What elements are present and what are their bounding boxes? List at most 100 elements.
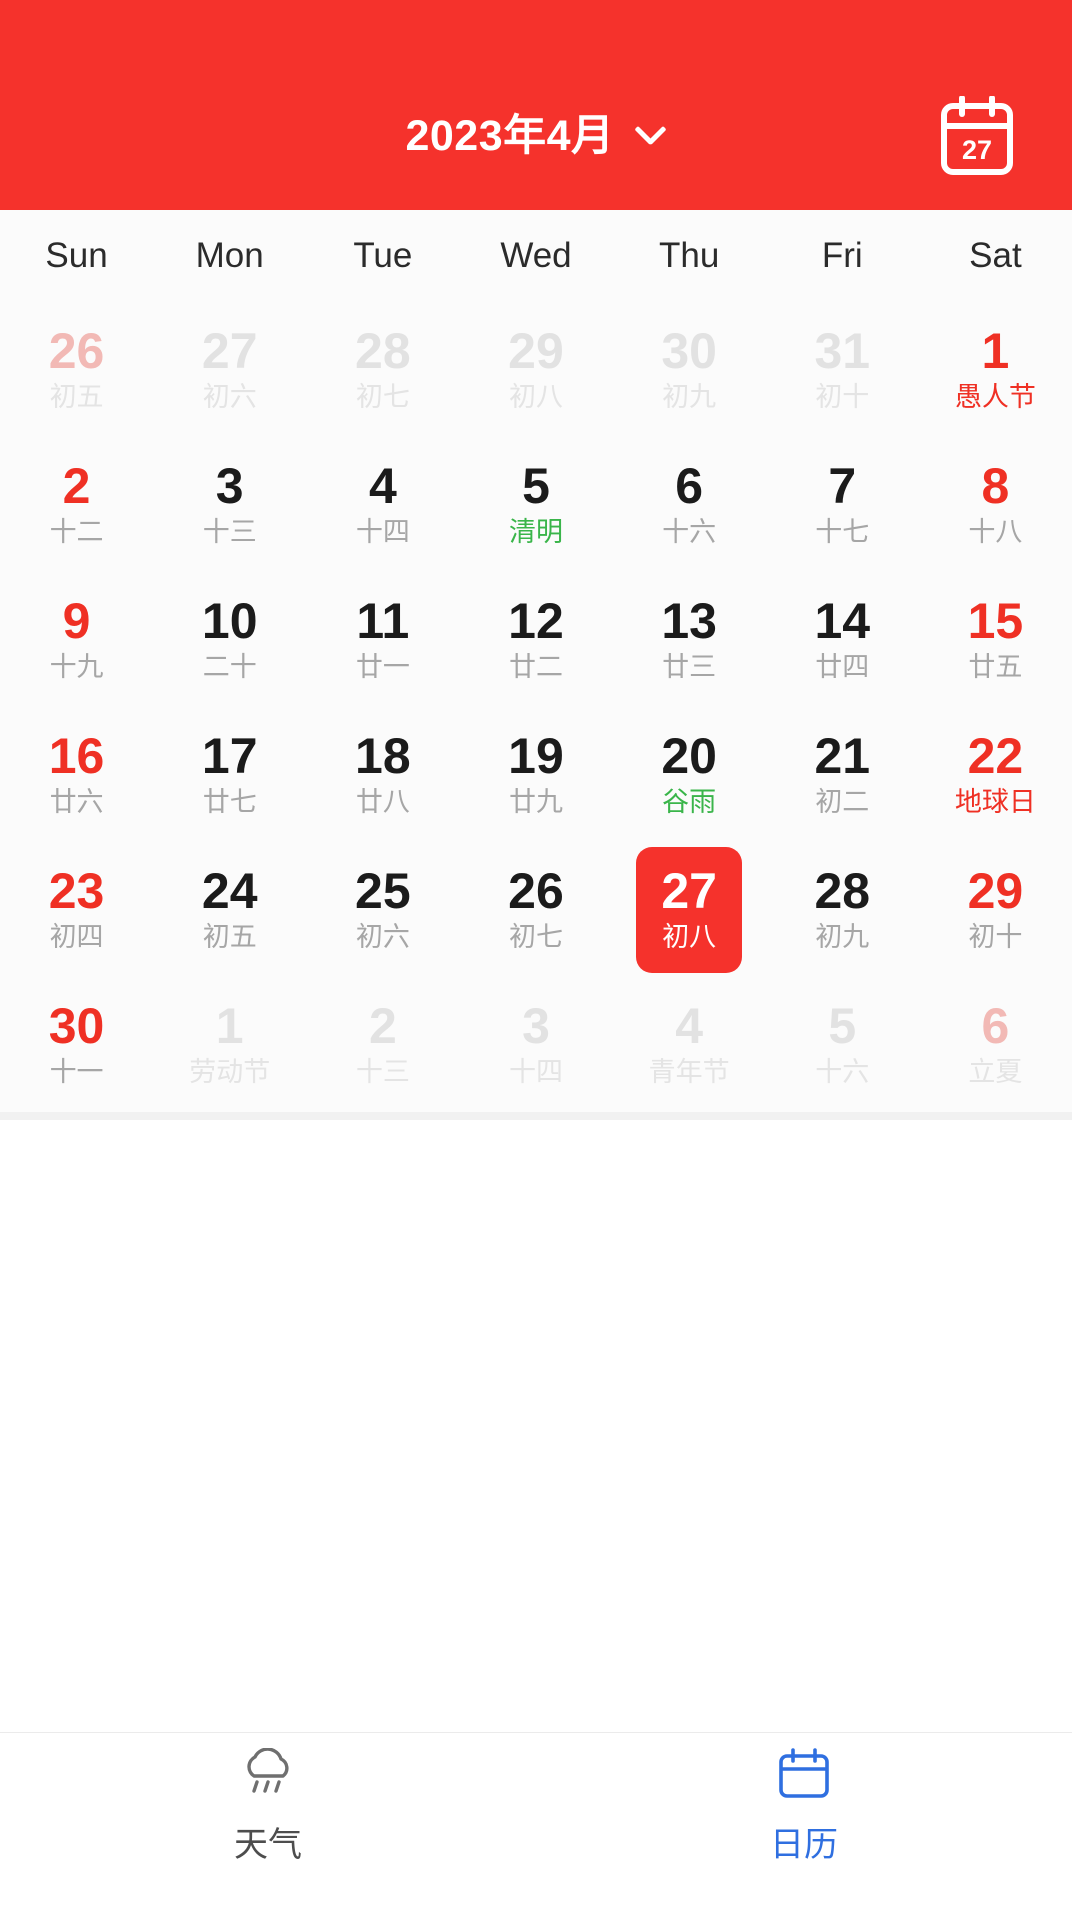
today-button[interactable]: 27 bbox=[940, 96, 1014, 176]
calendar-day-cell[interactable]: 9 十九 bbox=[0, 572, 153, 707]
day-number: 19 bbox=[508, 728, 564, 785]
day-number: 1 bbox=[215, 998, 244, 1055]
day-lunar-label: 十三 bbox=[202, 517, 257, 548]
calendar-day-cell[interactable]: 26 初七 bbox=[459, 842, 612, 977]
day-lunar-label: 劳动节 bbox=[189, 1057, 271, 1088]
day-number: 14 bbox=[814, 593, 871, 650]
day-number: 22 bbox=[967, 728, 1024, 785]
weekday-header: Sun Mon Tue Wed Thu Fri Sat bbox=[0, 210, 1072, 302]
day-lunar-label: 初九 bbox=[815, 922, 870, 953]
day-number: 26 bbox=[48, 323, 105, 380]
day-lunar-label: 廿七 bbox=[202, 787, 257, 818]
day-lunar-label: 廿二 bbox=[508, 652, 563, 683]
calendar-day-cell[interactable]: 4 青年节 bbox=[613, 977, 766, 1112]
day-number: 12 bbox=[508, 593, 564, 650]
day-number: 30 bbox=[48, 998, 105, 1055]
calendar-day-cell[interactable]: 6 立夏 bbox=[919, 977, 1072, 1112]
status-bar bbox=[0, 0, 1072, 62]
calendar-day-cell[interactable]: 1 劳动节 bbox=[153, 977, 306, 1112]
calendar-day-cell[interactable]: 8 十八 bbox=[919, 437, 1072, 572]
day-lunar-label: 十七 bbox=[815, 517, 870, 548]
day-lunar-label: 初九 bbox=[662, 382, 717, 413]
day-lunar-label: 初十 bbox=[968, 922, 1023, 953]
day-lunar-label: 廿九 bbox=[508, 787, 563, 818]
day-number: 9 bbox=[62, 593, 91, 650]
day-number: 25 bbox=[355, 863, 411, 920]
calendar-day-cell[interactable]: 18 廿八 bbox=[306, 707, 459, 842]
calendar-day-cell[interactable]: 28 初九 bbox=[766, 842, 919, 977]
weekday-wed: Wed bbox=[500, 236, 572, 275]
day-number: 24 bbox=[201, 863, 258, 920]
day-lunar-label: 廿八 bbox=[355, 787, 410, 818]
day-lunar-label: 初二 bbox=[815, 787, 870, 818]
day-lunar-label: 立夏 bbox=[968, 1057, 1023, 1088]
day-number: 18 bbox=[355, 728, 411, 785]
page-title: 2023年4月 bbox=[405, 111, 615, 160]
chevron-down-icon bbox=[633, 119, 667, 153]
calendar-day-cell[interactable]: 2 十三 bbox=[306, 977, 459, 1112]
calendar-day-cell[interactable]: 3 十四 bbox=[459, 977, 612, 1112]
month-selector[interactable]: 2023年4月 bbox=[405, 111, 667, 160]
calendar-day-cell[interactable]: 25 初六 bbox=[306, 842, 459, 977]
calendar-day-cell[interactable]: 28 初七 bbox=[306, 302, 459, 437]
calendar-day-cell[interactable]: 30 十一 bbox=[0, 977, 153, 1112]
day-lunar-label: 初八 bbox=[662, 922, 717, 953]
day-lunar-label: 初七 bbox=[355, 382, 410, 413]
calendar-day-cell[interactable]: 1 愚人节 bbox=[919, 302, 1072, 437]
day-number: 4 bbox=[368, 458, 397, 515]
weekday-tue: Tue bbox=[353, 236, 413, 275]
calendar-today-icon: 27 bbox=[941, 96, 1013, 175]
day-lunar-label: 十六 bbox=[662, 517, 717, 548]
day-lunar-label: 初六 bbox=[202, 382, 257, 413]
detail-panel bbox=[0, 1120, 1072, 1732]
calendar-day-cell[interactable]: 14 廿四 bbox=[766, 572, 919, 707]
day-lunar-label: 十三 bbox=[355, 1057, 410, 1088]
calendar-day-cell[interactable]: 26 初五 bbox=[0, 302, 153, 437]
calendar-day-cell[interactable]: 29 初十 bbox=[919, 842, 1072, 977]
day-lunar-label: 十九 bbox=[49, 652, 104, 683]
day-lunar-label: 廿五 bbox=[968, 652, 1023, 683]
calendar-day-cell[interactable]: 17 廿七 bbox=[153, 707, 306, 842]
day-number: 6 bbox=[675, 458, 704, 515]
day-lunar-label: 青年节 bbox=[648, 1057, 730, 1088]
calendar-day-cell[interactable]: 19 廿九 bbox=[459, 707, 612, 842]
calendar-day-cell[interactable]: 6 十六 bbox=[613, 437, 766, 572]
calendar-day-cell[interactable]: 22 地球日 bbox=[919, 707, 1072, 842]
day-number: 5 bbox=[828, 998, 857, 1055]
calendar-day-cell[interactable]: 29 初八 bbox=[459, 302, 612, 437]
calendar-day-cell[interactable]: 7 十七 bbox=[766, 437, 919, 572]
calendar-day-cell[interactable]: 21 初二 bbox=[766, 707, 919, 842]
tab-calendar-label: 日历 bbox=[770, 1826, 838, 1864]
calendar-day-cell[interactable]: 15 廿五 bbox=[919, 572, 1072, 707]
calendar-day-cell[interactable]: 27 初八 bbox=[613, 842, 766, 977]
day-number: 21 bbox=[814, 728, 871, 785]
calendar-day-cell[interactable]: 16 廿六 bbox=[0, 707, 153, 842]
day-lunar-label: 十八 bbox=[968, 517, 1023, 548]
calendar-day-cell[interactable]: 10 二十 bbox=[153, 572, 306, 707]
calendar-day-cell[interactable]: 13 廿三 bbox=[613, 572, 766, 707]
calendar-day-cell[interactable]: 24 初五 bbox=[153, 842, 306, 977]
calendar-day-cell[interactable]: 3 十三 bbox=[153, 437, 306, 572]
calendar-day-cell[interactable]: 5 清明 bbox=[459, 437, 612, 572]
day-number: 28 bbox=[355, 323, 411, 380]
calendar-day-cell[interactable]: 2 十二 bbox=[0, 437, 153, 572]
calendar-day-cell[interactable]: 30 初九 bbox=[613, 302, 766, 437]
calendar-day-cell[interactable]: 23 初四 bbox=[0, 842, 153, 977]
calendar-day-cell[interactable]: 4 十四 bbox=[306, 437, 459, 572]
day-number: 15 bbox=[967, 593, 1024, 650]
weekday-mon: Mon bbox=[195, 236, 264, 275]
day-number: 30 bbox=[661, 323, 717, 380]
weekday-thu: Thu bbox=[658, 236, 720, 275]
day-number: 29 bbox=[508, 323, 564, 380]
calendar-day-cell[interactable]: 5 十六 bbox=[766, 977, 919, 1112]
tab-weather[interactable]: 天气 bbox=[0, 1733, 536, 1878]
day-number: 31 bbox=[814, 323, 871, 380]
calendar-day-cell[interactable]: 11 廿一 bbox=[306, 572, 459, 707]
calendar-day-cell[interactable]: 31 初十 bbox=[766, 302, 919, 437]
tab-calendar[interactable]: 日历 bbox=[536, 1733, 1072, 1878]
day-number: 7 bbox=[828, 458, 857, 515]
calendar-day-cell[interactable]: 27 初六 bbox=[153, 302, 306, 437]
calendar-day-cell[interactable]: 12 廿二 bbox=[459, 572, 612, 707]
day-number: 3 bbox=[215, 458, 244, 515]
calendar-day-cell[interactable]: 20 谷雨 bbox=[613, 707, 766, 842]
